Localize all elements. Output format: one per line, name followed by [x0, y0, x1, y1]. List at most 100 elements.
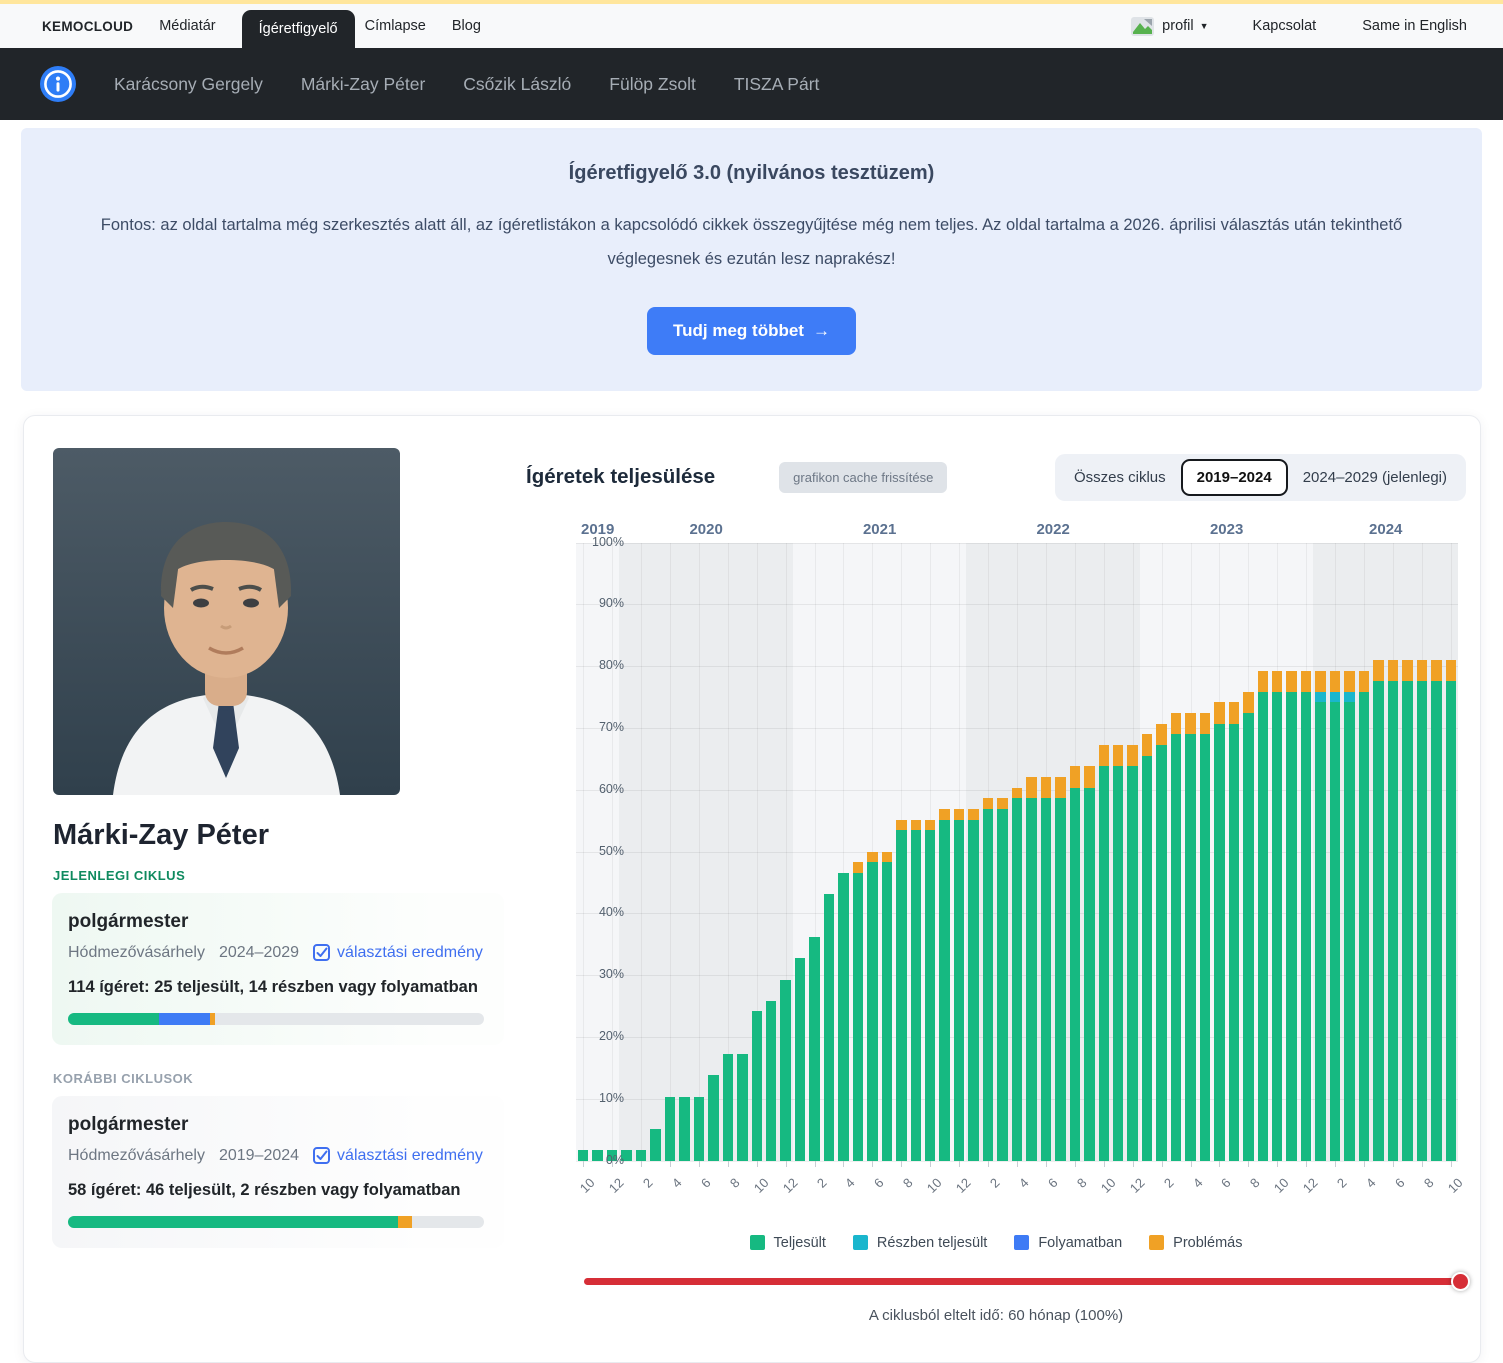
- bar-2022-11[interactable]: [1113, 745, 1123, 1161]
- bar-segment-teljesült: [925, 830, 935, 1160]
- x-axis-label-2023-10: 10: [1271, 1175, 1292, 1196]
- election-result-link[interactable]: választási eredmény: [313, 1147, 483, 1165]
- bar-2021-04[interactable]: [838, 873, 848, 1161]
- bar-2020-12[interactable]: [780, 980, 790, 1161]
- bar-2024-03[interactable]: [1344, 671, 1354, 1161]
- bar-2022-06[interactable]: [1041, 777, 1051, 1161]
- bar-2020-09[interactable]: [737, 1054, 747, 1161]
- bar-2022-09[interactable]: [1084, 766, 1094, 1160]
- bar-2021-03[interactable]: [824, 894, 834, 1160]
- bar-2023-12[interactable]: [1301, 671, 1311, 1161]
- bar-2021-02[interactable]: [809, 937, 819, 1161]
- bar-2020-07[interactable]: [708, 1075, 718, 1160]
- bar-2022-05[interactable]: [1026, 777, 1036, 1161]
- bar-2023-02[interactable]: [1156, 724, 1166, 1161]
- cycle-city: Hódmezővásárhely: [68, 1147, 205, 1165]
- bar-2022-08[interactable]: [1070, 766, 1080, 1160]
- bar-2023-01[interactable]: [1142, 734, 1152, 1160]
- bar-2023-04[interactable]: [1185, 713, 1195, 1161]
- subnav-politician-link-4[interactable]: Fülöp Zsolt: [609, 74, 696, 95]
- bar-segment-problémás: [1142, 734, 1152, 755]
- profile-menu[interactable]: profil ▼: [1162, 18, 1208, 34]
- portrait-image: [53, 448, 400, 795]
- legend-item-1[interactable]: Teljesült: [750, 1235, 826, 1251]
- bar-2024-08[interactable]: [1417, 660, 1427, 1161]
- x-axis-label-2019-10: 10: [577, 1175, 598, 1196]
- bar-segment-teljesült: [1286, 692, 1296, 1161]
- bar-2024-06[interactable]: [1388, 660, 1398, 1161]
- bar-segment-teljesült: [1431, 681, 1441, 1160]
- bar-2021-12[interactable]: [954, 809, 964, 1161]
- bar-2022-03[interactable]: [997, 798, 1007, 1160]
- year-label-2022: 2022: [1036, 521, 1069, 538]
- bar-2020-04[interactable]: [665, 1097, 675, 1161]
- bar-segment-problémás: [1359, 671, 1369, 692]
- subnav-politician-link-1[interactable]: Karácsony Gergely: [114, 74, 263, 95]
- bar-2023-07[interactable]: [1229, 702, 1239, 1160]
- bar-2020-08[interactable]: [723, 1054, 733, 1161]
- bar-2024-10[interactable]: [1446, 660, 1456, 1161]
- bar-2020-05[interactable]: [679, 1097, 689, 1161]
- brand-kemocloud[interactable]: KEMOCLOUD: [42, 19, 133, 34]
- nav-item-blog[interactable]: Blog: [452, 18, 481, 34]
- tab-cycle-1[interactable]: Összes ciklus: [1061, 462, 1179, 493]
- bar-2021-07[interactable]: [882, 852, 892, 1161]
- bar-2023-09[interactable]: [1258, 671, 1268, 1161]
- bar-2023-03[interactable]: [1171, 713, 1181, 1161]
- bar-2023-10[interactable]: [1272, 671, 1282, 1161]
- bar-2024-02[interactable]: [1330, 671, 1340, 1161]
- x-axis-tick: [1046, 1161, 1047, 1167]
- slider-handle[interactable]: [1451, 1272, 1470, 1291]
- bar-2023-05[interactable]: [1200, 713, 1210, 1161]
- bar-2023-08[interactable]: [1243, 692, 1253, 1161]
- bar-2022-02[interactable]: [983, 798, 993, 1160]
- info-logo-icon[interactable]: [40, 66, 76, 102]
- legend-item-4[interactable]: Problémás: [1149, 1235, 1242, 1251]
- bar-2024-07[interactable]: [1402, 660, 1412, 1161]
- bar-2024-05[interactable]: [1373, 660, 1383, 1161]
- bar-2020-03[interactable]: [650, 1129, 660, 1161]
- bar-2022-04[interactable]: [1012, 788, 1022, 1161]
- bar-2021-09[interactable]: [911, 820, 921, 1161]
- bar-2022-12[interactable]: [1127, 745, 1137, 1161]
- bar-segment-teljesült: [723, 1054, 733, 1161]
- subnav-politician-link-5[interactable]: TISZA Párt: [734, 74, 820, 95]
- x-axis-label-2019-12: 12: [606, 1175, 627, 1196]
- nav-item-mediatar[interactable]: Médiatár: [159, 18, 215, 34]
- nav-item-kapcsolat[interactable]: Kapcsolat: [1253, 18, 1317, 34]
- nav-item-language[interactable]: Same in English: [1362, 18, 1467, 34]
- legend-item-3[interactable]: Folyamatban: [1014, 1235, 1122, 1251]
- bar-2023-06[interactable]: [1214, 702, 1224, 1160]
- subnav-politician-link-2[interactable]: Márki-Zay Péter: [301, 74, 425, 95]
- bar-2024-09[interactable]: [1431, 660, 1441, 1161]
- bar-2024-04[interactable]: [1359, 671, 1369, 1161]
- nav-item-cimlapse[interactable]: Címlapse: [365, 18, 426, 34]
- bar-2024-01[interactable]: [1315, 671, 1325, 1161]
- cycle-summary: 114 ígéret: 25 teljesült, 14 részben vag…: [68, 978, 484, 997]
- bar-2022-10[interactable]: [1099, 745, 1109, 1161]
- bar-2022-01[interactable]: [968, 809, 978, 1161]
- refresh-chart-cache-button[interactable]: grafikon cache frissítése: [779, 462, 947, 493]
- legend-item-2[interactable]: Részben teljesült: [853, 1235, 987, 1251]
- y-axis-label-70pct: 70%: [580, 720, 624, 734]
- bar-2020-06[interactable]: [694, 1097, 704, 1161]
- tab-cycle-2[interactable]: 2019–2024: [1181, 459, 1288, 496]
- bar-2023-11[interactable]: [1286, 671, 1296, 1161]
- bar-2020-11[interactable]: [766, 1001, 776, 1161]
- election-result-link[interactable]: választási eredmény: [313, 944, 483, 962]
- bar-2021-10[interactable]: [925, 820, 935, 1161]
- bar-2022-07[interactable]: [1055, 777, 1065, 1161]
- bar-2021-11[interactable]: [939, 809, 949, 1161]
- tab-cycle-3[interactable]: 2024–2029 (jelenlegi): [1290, 462, 1460, 493]
- slider-track[interactable]: [584, 1278, 1466, 1285]
- profile-avatar[interactable]: [1131, 17, 1154, 36]
- bar-2020-02[interactable]: [636, 1150, 646, 1161]
- learn-more-button[interactable]: Tudj meg többet →: [647, 307, 856, 355]
- subnav-politician-link-3[interactable]: Csőzik László: [463, 74, 571, 95]
- bar-2021-06[interactable]: [867, 852, 877, 1161]
- bar-2020-10[interactable]: [752, 1011, 762, 1160]
- nav-item-igeretfigyelo-active[interactable]: Ígéretfigyelő: [242, 10, 355, 48]
- bar-2021-08[interactable]: [896, 820, 906, 1161]
- bar-2021-05[interactable]: [853, 862, 863, 1160]
- bar-2021-01[interactable]: [795, 958, 805, 1160]
